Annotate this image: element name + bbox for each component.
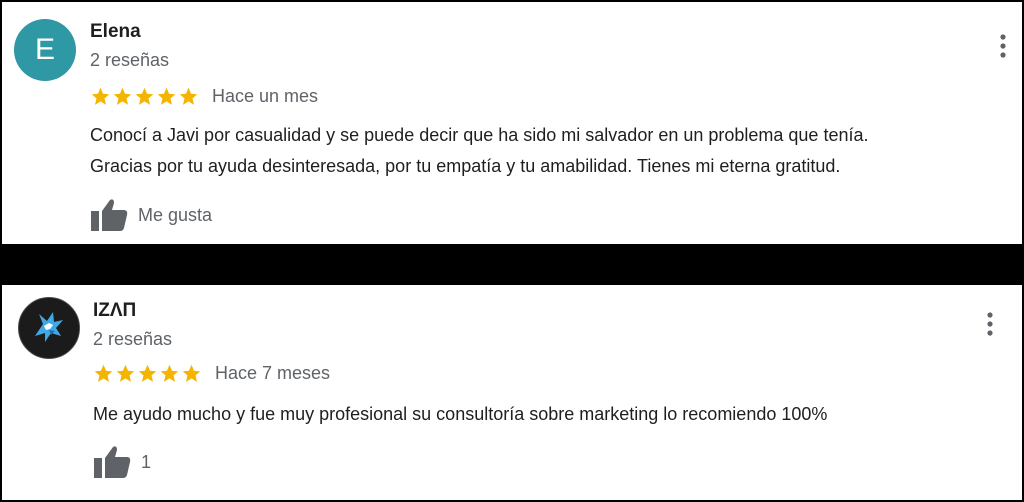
reviews-screenshot: E Elena 2 reseñas Hace un mes Conocí a J… [0, 0, 1024, 502]
thumbs-up-icon [91, 199, 128, 231]
review-date: Hace 7 meses [215, 363, 331, 383]
avatar[interactable] [18, 297, 80, 359]
star-rating [93, 363, 202, 384]
like-label: Me gusta [138, 204, 213, 225]
review-text: Me ayudo mucho y fue muy profesional su … [93, 399, 827, 430]
more-vert-icon[interactable] [983, 311, 997, 337]
star-icon [91, 87, 110, 105]
review-text-line: Me ayudo mucho y fue muy profesional su … [93, 404, 828, 424]
star-icon [182, 364, 201, 382]
thumbs-up-icon [94, 446, 131, 478]
avatar[interactable]: E [14, 19, 76, 81]
review-text-line: Gracias por tu ayuda desinteresada, por … [90, 156, 841, 176]
like-button[interactable]: Me gusta [90, 198, 212, 232]
like-button[interactable]: 1 [93, 445, 151, 479]
review-count[interactable]: 2 reseñas [93, 329, 172, 350]
wolf-logo-icon [35, 312, 63, 342]
star-icon [179, 87, 198, 105]
rating-row: Hace un mes [90, 86, 318, 107]
star-icon [138, 364, 157, 382]
star-icon [116, 364, 135, 382]
review-card: E Elena 2 reseñas Hace un mes Conocí a J… [2, 2, 1022, 244]
review-card: IZΛΠ 2 reseñas Hace 7 meses Me ayudo muc… [2, 285, 1022, 500]
review-text-line: Conocí a Javi por casualidad y se puede … [90, 125, 869, 145]
star-icon [160, 364, 179, 382]
star-icon [157, 87, 176, 105]
review-count[interactable]: 2 reseñas [90, 50, 169, 71]
reviewer-name[interactable]: IZΛΠ [93, 300, 136, 322]
star-rating [90, 86, 199, 107]
avatar-letter: E [34, 33, 55, 66]
star-icon [113, 87, 132, 105]
like-count: 1 [141, 451, 152, 472]
star-icon [94, 364, 113, 382]
rating-row: Hace 7 meses [93, 363, 330, 384]
reviewer-name[interactable]: Elena [90, 21, 141, 43]
review-text: Conocí a Javi por casualidad y se puede … [90, 120, 868, 182]
more-vert-icon[interactable] [996, 33, 1010, 59]
review-date: Hace un mes [212, 86, 319, 106]
star-icon [135, 87, 154, 105]
